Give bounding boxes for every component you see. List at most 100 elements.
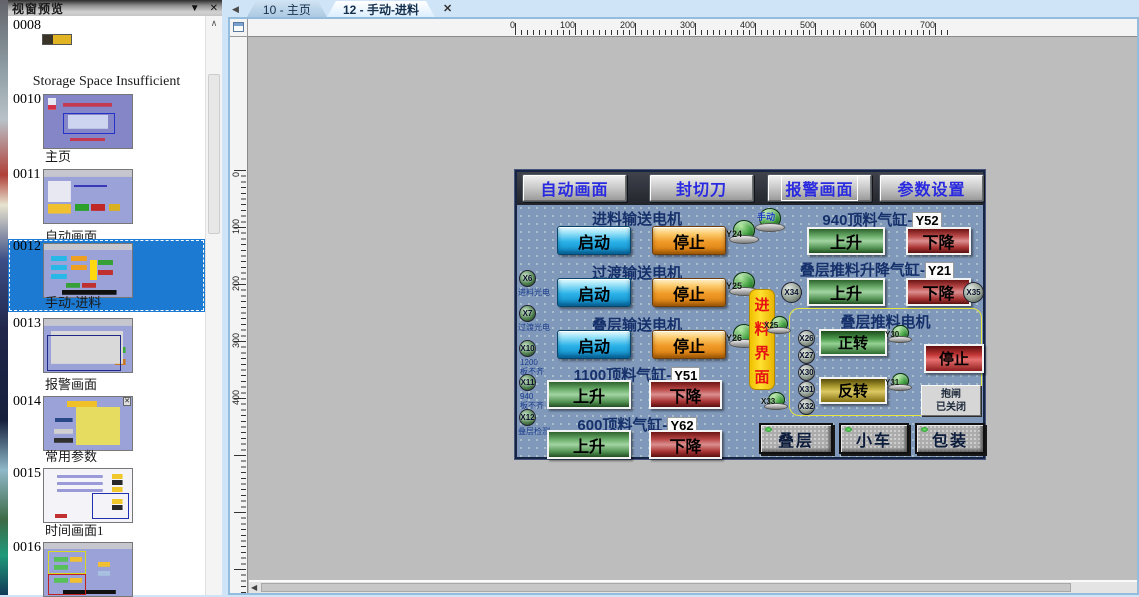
button-label: 报警画面 <box>781 175 857 201</box>
design-canvas[interactable]: 自动画面 封切刀 报警画面 参数设置 进料输送电机 启动 停止 Y24 手动 过… <box>249 38 1137 593</box>
screen-thumbnail[interactable] <box>43 542 133 597</box>
scrollbar-thumb[interactable] <box>208 74 220 234</box>
scroll-up-icon[interactable]: ∧ <box>206 16 222 32</box>
button-label: 自动画面 <box>540 176 608 200</box>
vertical-ruler: 0 100 200 300 400 <box>230 37 248 593</box>
stack-start-button[interactable]: 启动 <box>557 330 631 359</box>
preview-item-0013[interactable]: 0013 报警画面 <box>8 316 205 394</box>
nav-alarm-screen-button[interactable]: 报警画面 <box>767 174 872 202</box>
panel-close-icon[interactable]: ✕ <box>210 3 218 14</box>
ruler-label: 700 <box>895 20 935 30</box>
screen-caption: 主页 <box>45 146 71 165</box>
feed-stop-button[interactable]: 停止 <box>652 226 726 255</box>
ruler-label: 100 <box>535 20 575 30</box>
lift-down-button[interactable]: 下降 <box>906 278 971 306</box>
ruler-label: 600 <box>835 20 875 30</box>
sensor-label: 940 <box>520 393 533 401</box>
cylinder-1100-up-button[interactable]: 上升 <box>547 380 631 409</box>
pusher-stop-button[interactable]: 停止 <box>924 344 984 373</box>
preview-item-0015[interactable]: 0015 时间画面1 <box>8 466 205 540</box>
nav-sealing-knife-button[interactable]: 封切刀 <box>649 174 754 202</box>
preview-item-0014[interactable]: 0014 常用参数 <box>8 394 205 466</box>
stack-stop-button[interactable]: 停止 <box>652 330 726 359</box>
tab-bar: ◀ 10 - 主页 12 - 手动-进料 ✕ <box>222 0 1139 17</box>
panel-scrollbar[interactable]: ∧ <box>205 16 222 595</box>
cylinder-600-up-button[interactable]: 上升 <box>547 430 631 459</box>
lamp-X30[interactable]: X30 <box>798 364 815 381</box>
scrollbar-thumb[interactable] <box>261 583 1071 592</box>
screen-number: 0016 <box>13 540 41 556</box>
screen-number: 0014 <box>13 394 41 410</box>
ruler-label: 400 <box>715 20 755 30</box>
lamp-X32[interactable]: X32 <box>798 398 815 415</box>
preview-item-0012-selected[interactable]: 0012 手动-进料 <box>8 239 205 312</box>
canvas-hscrollbar[interactable]: ◀ <box>249 580 1137 593</box>
screen-number: 0015 <box>13 466 41 482</box>
dropdown-arrow-icon[interactable]: ▼ <box>190 3 200 14</box>
tab-manual-feed[interactable]: 12 - 手动-进料 <box>327 1 435 17</box>
transition-start-button[interactable]: 启动 <box>557 278 631 307</box>
lamp-X7[interactable]: X7 <box>519 305 536 322</box>
tab-home[interactable]: 10 - 主页 <box>247 1 327 17</box>
feed-start-button[interactable]: 启动 <box>557 226 631 255</box>
cylinder-1100-down-button[interactable]: 下降 <box>649 380 722 409</box>
screen-thumbnail[interactable] <box>43 94 133 149</box>
tab-close-icon[interactable]: ✕ <box>443 2 452 15</box>
preview-item-0010[interactable]: 0010 主页 <box>8 92 205 166</box>
lift-up-button[interactable]: 上升 <box>807 278 885 306</box>
pusher-reverse-button[interactable]: 反转 <box>819 377 887 404</box>
screen-number: 0011 <box>13 167 40 183</box>
nav-auto-screen-button[interactable]: 自动画面 <box>522 174 627 202</box>
screen-thumbnail[interactable] <box>43 243 133 298</box>
ruler-label: 200 <box>231 251 244 291</box>
screen-number: 0013 <box>13 316 41 332</box>
lamp-X25[interactable]: X25 <box>767 316 791 334</box>
cylinder-600-down-button[interactable]: 下降 <box>649 430 722 459</box>
preview-item-0016[interactable]: 0016 <box>8 540 205 595</box>
screen-thumbnail[interactable] <box>43 169 133 224</box>
preview-item-0008[interactable]: 0008 Storage Space Insufficient <box>8 18 205 91</box>
sensor-label: 过渡光电 <box>518 324 550 332</box>
cylinder-940-up-button[interactable]: 上升 <box>807 227 885 255</box>
lamp-X34[interactable]: X34 <box>781 282 802 303</box>
screen-number: 0010 <box>13 92 41 108</box>
lamp-Y31[interactable]: Y31 <box>888 373 912 391</box>
screen-thumbnail[interactable] <box>42 34 72 45</box>
panel-header: 视窗预览 ▼ ✕ <box>8 0 222 16</box>
screen-thumbnail[interactable] <box>43 468 133 523</box>
preview-item-0011[interactable]: 0011 自动画面 <box>8 167 205 246</box>
scroll-left-icon[interactable]: ◀ <box>251 582 257 593</box>
ruler-corner <box>230 19 248 37</box>
desktop-edge <box>0 0 8 595</box>
lift-cylinder-title: 叠层推料升降气缸-Y21 <box>767 259 987 280</box>
lamp-X6[interactable]: X6 <box>519 270 536 287</box>
nav-param-settings-button[interactable]: 参数设置 <box>879 174 984 202</box>
lamp-Y30[interactable]: Y30 <box>888 325 912 343</box>
feed-page-tab: 进料 界面 <box>749 289 775 390</box>
screen-thumbnail[interactable] <box>43 318 133 373</box>
pusher-forward-button[interactable]: 正转 <box>819 329 887 356</box>
hmi-screen[interactable]: 自动画面 封切刀 报警画面 参数设置 进料输送电机 启动 停止 Y24 手动 过… <box>515 170 985 459</box>
lamp-X27[interactable]: X27 <box>798 347 815 364</box>
screen-thumbnail[interactable] <box>43 396 133 451</box>
ruler-label: 0 <box>231 137 244 177</box>
page-packing-button[interactable]: 包装 <box>915 423 985 454</box>
screen-caption: 报警画面 <box>45 374 97 393</box>
tab-label: 12 - 手动-进料 <box>343 1 419 18</box>
transition-stop-button[interactable]: 停止 <box>652 278 726 307</box>
page-cart-button[interactable]: 小车 <box>839 423 909 454</box>
cylinder-940-down-button[interactable]: 下降 <box>906 227 971 255</box>
lamp-X12[interactable]: X12 <box>519 409 536 426</box>
screen-number: 0012 <box>13 239 41 255</box>
lamp-X11[interactable]: X11 <box>519 374 536 391</box>
lamp-X10[interactable]: X10 <box>519 340 536 357</box>
lamp-X33[interactable]: X33 <box>764 392 788 410</box>
ruler-label: 500 <box>775 20 815 30</box>
tab-scroll-left-icon[interactable]: ◀ <box>232 4 239 15</box>
lamp-X26[interactable]: X26 <box>798 330 815 347</box>
page-stack-button[interactable]: 叠层 <box>759 423 833 454</box>
tab-label: 10 - 主页 <box>263 1 311 18</box>
screen-number: 0008 <box>13 18 41 34</box>
lamp-X31[interactable]: X31 <box>798 381 815 398</box>
lamp-X35[interactable]: X35 <box>963 282 984 303</box>
